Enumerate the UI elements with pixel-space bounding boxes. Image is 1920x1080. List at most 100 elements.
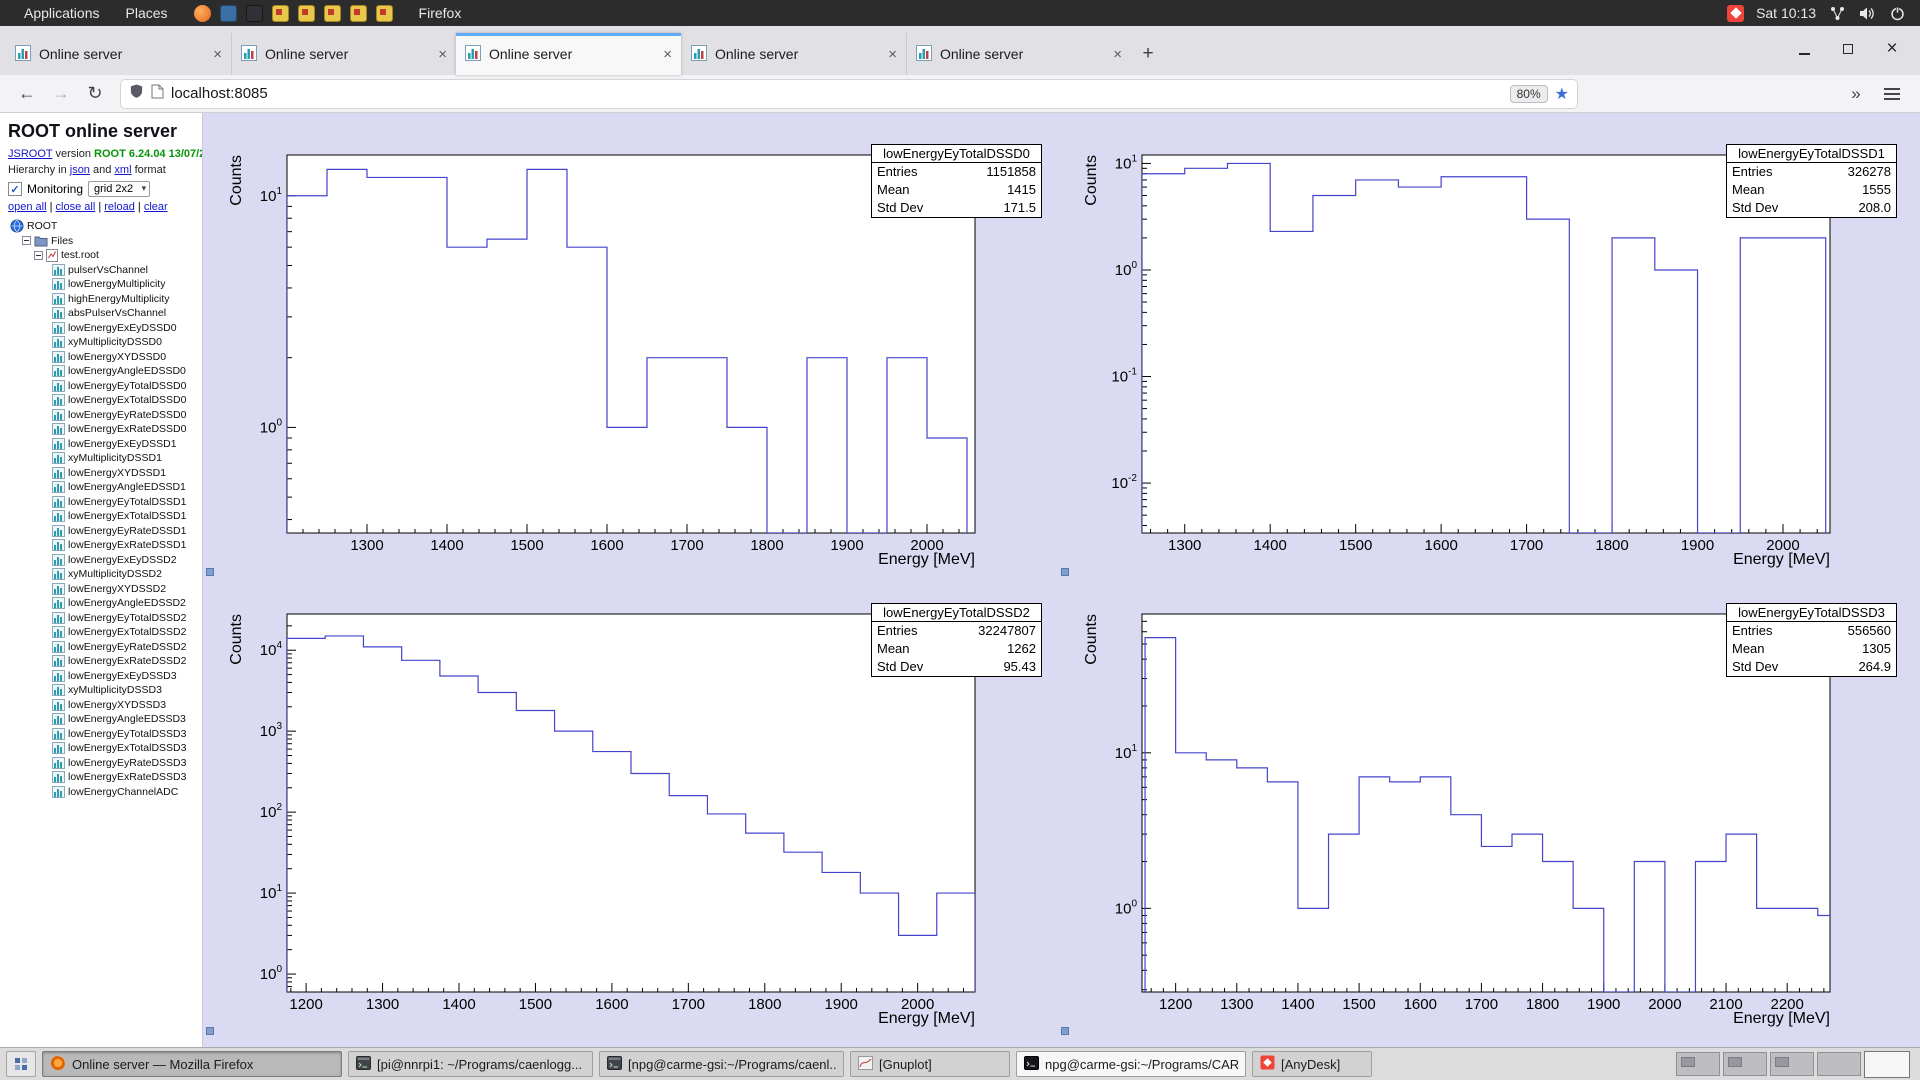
shield-icon[interactable]	[129, 83, 144, 104]
firefox-launcher-icon[interactable]	[193, 4, 211, 22]
tree-item-lowEnergyAngleEDSSD1[interactable]: lowEnergyAngleEDSSD1	[8, 480, 202, 495]
tab-close-icon[interactable]: ×	[438, 46, 447, 63]
tree-item-label[interactable]: lowEnergyXYDSSD3	[68, 699, 166, 711]
tree-item-label[interactable]: lowEnergyExEyDSSD0	[68, 322, 177, 334]
tree-item-lowEnergyAngleEDSSD3[interactable]: lowEnergyAngleEDSSD3	[8, 712, 202, 727]
hierarchy-action-close-all[interactable]: close all	[56, 201, 96, 213]
tree-item-lowEnergyEyTotalDSSD3[interactable]: lowEnergyEyTotalDSSD3	[8, 727, 202, 742]
tab-close-icon[interactable]: ×	[1113, 46, 1122, 63]
places-menu[interactable]: Places	[116, 0, 178, 26]
tree-item-label[interactable]: xyMultiplicityDSSD3	[68, 684, 162, 696]
volume-icon[interactable]	[1858, 4, 1876, 22]
tree-item-test-root[interactable]: test.root	[8, 248, 202, 263]
tree-item-lowEnergyExTotalDSSD0[interactable]: lowEnergyExTotalDSSD0	[8, 393, 202, 408]
tree-item-label[interactable]: xyMultiplicityDSSD2	[68, 568, 162, 580]
tree-item-label[interactable]: lowEnergyAngleEDSSD2	[68, 597, 186, 609]
tree-item-lowEnergyAngleEDSSD0[interactable]: lowEnergyAngleEDSSD0	[8, 364, 202, 379]
tree-item-label[interactable]: lowEnergyEyRateDSSD1	[68, 525, 186, 537]
tree-item-lowEnergyChannelADC[interactable]: lowEnergyChannelADC	[8, 785, 202, 800]
tree-item-label[interactable]: absPulserVsChannel	[68, 307, 166, 319]
tree-item-lowEnergyExEyDSSD2[interactable]: lowEnergyExEyDSSD2	[8, 553, 202, 568]
tree-item-label[interactable]: lowEnergyEyTotalDSSD0	[68, 380, 186, 392]
tree-item-xyMultiplicityDSSD3[interactable]: xyMultiplicityDSSD3	[8, 683, 202, 698]
app-launcher-icon[interactable]	[271, 4, 289, 22]
close-button[interactable]: ×	[1870, 32, 1914, 66]
tree-item-label[interactable]: lowEnergyEyTotalDSSD1	[68, 496, 186, 508]
network-icon[interactable]	[1828, 4, 1846, 22]
collapse-icon[interactable]	[22, 236, 31, 246]
tree-item-label[interactable]: xyMultiplicityDSSD1	[68, 452, 162, 464]
tree-item-label[interactable]: test.root	[61, 249, 99, 261]
taskbar-window-button[interactable]: [npg@carme-gsi:~/Programs/caenl...	[599, 1051, 844, 1077]
browser-tab-active[interactable]: Online server ×	[456, 33, 681, 75]
tree-item-label[interactable]: highEnergyMultiplicity	[68, 293, 170, 305]
tree-item-label[interactable]: lowEnergyExEyDSSD2	[68, 554, 177, 566]
tree-item-label[interactable]: lowEnergyEyRateDSSD0	[68, 409, 186, 421]
tab-close-icon[interactable]: ×	[213, 46, 222, 63]
monitoring-checkbox[interactable]: ✓	[8, 182, 22, 196]
forward-button[interactable]: →	[44, 79, 78, 109]
tree-item-highEnergyMultiplicity[interactable]: highEnergyMultiplicity	[8, 292, 202, 307]
tree-item-label[interactable]: lowEnergyExRateDSSD2	[68, 655, 186, 667]
pad-resize-handle[interactable]	[1061, 1027, 1069, 1035]
app-launcher-icon[interactable]	[375, 4, 393, 22]
tree-item-lowEnergyExTotalDSSD3[interactable]: lowEnergyExTotalDSSD3	[8, 741, 202, 756]
browser-tab[interactable]: Online server ×	[906, 33, 1131, 75]
tree-item-label[interactable]: lowEnergyEyTotalDSSD3	[68, 728, 186, 740]
tree-item-lowEnergyEyRateDSSD3[interactable]: lowEnergyEyRateDSSD3	[8, 756, 202, 771]
app-launcher-icon[interactable]	[349, 4, 367, 22]
bookmark-star-icon[interactable]: ★	[1555, 84, 1569, 104]
workspace-cell-4[interactable]	[1817, 1052, 1861, 1076]
tree-item-label[interactable]: lowEnergyAngleEDSSD1	[68, 481, 186, 493]
browser-tab[interactable]: Online server ×	[231, 33, 456, 75]
layout-select[interactable]: grid 2x2 ▾	[88, 181, 151, 197]
tree-item-label[interactable]: lowEnergyExTotalDSSD2	[68, 626, 186, 638]
taskbar-window-button[interactable]: [AnyDesk]	[1252, 1051, 1372, 1077]
pad-resize-handle[interactable]	[206, 1027, 214, 1035]
tree-item-label[interactable]: lowEnergyExRateDSSD3	[68, 771, 186, 783]
tree-item-lowEnergyXYDSSD0[interactable]: lowEnergyXYDSSD0	[8, 350, 202, 365]
tree-item-lowEnergyAngleEDSSD2[interactable]: lowEnergyAngleEDSSD2	[8, 596, 202, 611]
anydesk-tray-icon[interactable]	[1727, 4, 1745, 22]
tree-item-label[interactable]: xyMultiplicityDSSD0	[68, 336, 162, 348]
tree-item-lowEnergyEyRateDSSD0[interactable]: lowEnergyEyRateDSSD0	[8, 408, 202, 423]
focused-app-name[interactable]: Firefox	[419, 5, 462, 21]
tree-item-xyMultiplicityDSSD2[interactable]: xyMultiplicityDSSD2	[8, 567, 202, 582]
tree-item-label[interactable]: lowEnergyExTotalDSSD1	[68, 510, 186, 522]
tree-item-lowEnergyExTotalDSSD1[interactable]: lowEnergyExTotalDSSD1	[8, 509, 202, 524]
tree-item-files[interactable]: Files	[8, 234, 202, 249]
page-icon[interactable]	[151, 84, 164, 104]
tree-item-lowEnergyEyTotalDSSD2[interactable]: lowEnergyEyTotalDSSD2	[8, 611, 202, 626]
calculator-launcher-icon[interactable]	[219, 4, 237, 22]
browser-tab[interactable]: Online server ×	[681, 33, 906, 75]
tree-item-lowEnergyXYDSSD1[interactable]: lowEnergyXYDSSD1	[8, 466, 202, 481]
new-tab-button[interactable]: +	[1131, 33, 1165, 75]
tree-item-lowEnergyExRateDSSD0[interactable]: lowEnergyExRateDSSD0	[8, 422, 202, 437]
hierarchy-action-open-all[interactable]: open all	[8, 201, 47, 213]
tree-item-lowEnergyEyTotalDSSD1[interactable]: lowEnergyEyTotalDSSD1	[8, 495, 202, 510]
tree-item-lowEnergyExEyDSSD3[interactable]: lowEnergyExEyDSSD3	[8, 669, 202, 684]
pad-resize-handle[interactable]	[206, 568, 214, 576]
tree-item-lowEnergyEyRateDSSD2[interactable]: lowEnergyEyRateDSSD2	[8, 640, 202, 655]
xml-link[interactable]: xml	[114, 164, 131, 176]
back-button[interactable]: ←	[10, 79, 44, 109]
workspace-cell-3[interactable]	[1770, 1052, 1814, 1076]
stats-box[interactable]: lowEnergyEyTotalDSSD2 Entries 32247807 Me…	[871, 603, 1042, 677]
zoom-level-badge[interactable]: 80%	[1509, 84, 1548, 103]
tree-item-pulserVsChannel[interactable]: pulserVsChannel	[8, 263, 202, 278]
taskbar-window-button[interactable]: Online server — Mozilla Firefox	[42, 1051, 342, 1077]
stats-box[interactable]: lowEnergyEyTotalDSSD1 Entries 326278 Mean…	[1726, 144, 1897, 218]
tree-item-label[interactable]: lowEnergyExTotalDSSD0	[68, 394, 186, 406]
tree-item-label[interactable]: lowEnergyEyRateDSSD2	[68, 641, 186, 653]
tree-item-label[interactable]: lowEnergyChannelADC	[68, 786, 178, 798]
taskbar-window-button[interactable]: [pi@nnrpi1: ~/Programs/caenlogg...	[348, 1051, 593, 1077]
tree-item-lowEnergyExRateDSSD3[interactable]: lowEnergyExRateDSSD3	[8, 770, 202, 785]
tree-item-lowEnergyXYDSSD2[interactable]: lowEnergyXYDSSD2	[8, 582, 202, 597]
app-launcher-icon[interactable]	[297, 4, 315, 22]
tree-item-lowEnergyEyRateDSSD1[interactable]: lowEnergyEyRateDSSD1	[8, 524, 202, 539]
tree-item-xyMultiplicityDSSD0[interactable]: xyMultiplicityDSSD0	[8, 335, 202, 350]
tree-item-label[interactable]: lowEnergyExEyDSSD1	[68, 438, 177, 450]
tree-item-label[interactable]: lowEnergyXYDSSD1	[68, 467, 166, 479]
taskbar-window-button[interactable]: [Gnuplot]	[850, 1051, 1010, 1077]
window-list-applet-icon[interactable]	[6, 1051, 36, 1077]
